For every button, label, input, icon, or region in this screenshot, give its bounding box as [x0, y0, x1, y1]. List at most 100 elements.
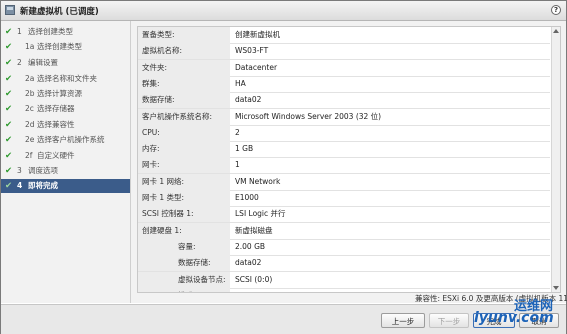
- summary-value: data02: [235, 95, 262, 105]
- summary-row: 虚拟设备节点: SCSI (0:0): [138, 271, 550, 289]
- wizard-step-2e[interactable]: ✔ 2e 选择客户机操作系统: [1, 133, 130, 147]
- wizard-step-2f[interactable]: ✔ 2f 自定义硬件: [1, 149, 130, 163]
- check-icon: ✔: [5, 104, 13, 114]
- summary-value: 1: [235, 160, 240, 170]
- wizard-step-label: 调度选项: [28, 166, 58, 175]
- summary-value: 2.00 GB: [235, 241, 266, 251]
- summary-key: 文件夹:: [142, 62, 168, 72]
- summary-row: 数据存储: data02: [138, 255, 550, 273]
- check-icon: ✔: [5, 151, 13, 161]
- scroll-down-arrow-icon[interactable]: [553, 286, 559, 290]
- new-vm-wizard-window: 新建虚拟机 (已调度) ? ✔ 1 选择创建类型 ✔ 1a 选择创建类型 ✔ 2 编辑设置 ✔ 2a…: [0, 0, 567, 334]
- check-icon: ✔: [5, 27, 13, 37]
- wizard-step-number: 2b: [25, 89, 35, 98]
- next-button[interactable]: 下一步: [429, 313, 469, 328]
- wizard-step-2[interactable]: ✔ 2 编辑设置: [1, 56, 130, 70]
- summary-scrollbar[interactable]: [551, 27, 560, 292]
- summary-table: 置备类型: 创建新虚拟机虚拟机名称: WS03-FT 文件夹: Datacenter 群集…: [137, 26, 561, 293]
- scroll-up-arrow-icon[interactable]: [553, 29, 559, 33]
- summary-row: 虚拟机名称: WS03-FT: [138, 43, 550, 61]
- summary-row: 网卡: 1: [138, 157, 550, 175]
- summary-value: HA: [235, 78, 246, 88]
- check-icon: ✔: [5, 42, 13, 52]
- wizard-step-number: 1: [17, 27, 22, 36]
- wizard-step-3[interactable]: ✔ 3 调度选项: [1, 164, 130, 178]
- summary-value: Microsoft Windows Server 2003 (32 位): [235, 111, 382, 121]
- summary-row: 网卡 1 类型: E1000: [138, 190, 550, 207]
- summary-row: SCSI 控制器 1: LSI Logic 并行: [138, 206, 550, 224]
- summary-key: 客户机操作系统名称:: [142, 111, 213, 121]
- summary-row: CPU: 2: [138, 124, 550, 142]
- summary-value: data02: [235, 258, 262, 268]
- summary-key: 虚拟机名称:: [142, 46, 183, 56]
- wizard-steps-sidebar: ✔ 1 选择创建类型 ✔ 1a 选择创建类型 ✔ 2 编辑设置 ✔ 2a 选择名称和文件夹 ✔ 2b 选择计…: [1, 21, 131, 303]
- wizard-step-label: 自定义硬件: [37, 151, 75, 160]
- summary-row: 创建硬盘 1: 新虚拟磁盘: [138, 222, 550, 240]
- help-icon[interactable]: ?: [551, 5, 561, 15]
- summary-value: 从属: [235, 288, 250, 292]
- summary-key: 数据存储:: [142, 95, 175, 105]
- summary-key: 置备类型:: [142, 30, 175, 39]
- wizard-step-2c[interactable]: ✔ 2c 选择存储器: [1, 102, 130, 116]
- summary-key: 网卡 1 网络:: [142, 176, 185, 186]
- wizard-step-label: 选择创建类型: [28, 27, 73, 36]
- summary-row: 置备类型: 创建新虚拟机: [138, 27, 550, 44]
- check-icon: ✔: [5, 135, 13, 145]
- summary-row: 网卡 1 网络: VM Network: [138, 173, 550, 191]
- ready-to-complete-panel: 置备类型: 创建新虚拟机虚拟机名称: WS03-FT 文件夹: Datacenter 群集…: [131, 21, 567, 303]
- summary-value: 创建新虚拟机: [235, 30, 280, 39]
- summary-row: 数据存储: data02: [138, 92, 550, 110]
- check-icon: ✔: [5, 120, 13, 130]
- wizard-step-number: 1a: [25, 42, 35, 51]
- wizard-step-number: 2c: [25, 104, 34, 113]
- summary-value: 1 GB: [235, 144, 254, 154]
- check-icon: ✔: [5, 166, 13, 176]
- wizard-step-2d[interactable]: ✔ 2d 选择兼容性: [1, 118, 130, 132]
- summary-key: 群集:: [142, 78, 160, 88]
- wizard-step-label: 即将完成: [28, 181, 58, 190]
- check-icon: ✔: [5, 74, 13, 84]
- title-bar: 新建虚拟机 (已调度) ?: [1, 1, 566, 21]
- wizard-step-number: 3: [17, 166, 22, 175]
- wizard-step-label: 编辑设置: [28, 58, 58, 67]
- summary-row: 文件夹: Datacenter: [138, 59, 550, 77]
- summary-value: E1000: [235, 193, 259, 202]
- watermark: 运维网 iyunv.com: [466, 295, 558, 331]
- summary-value: WS03-FT: [235, 46, 269, 56]
- wizard-step-number: 2f: [25, 151, 33, 160]
- summary-key: 网卡 1 类型:: [142, 193, 185, 202]
- wizard-step-number: 4: [17, 181, 23, 190]
- wizard-step-number: 2e: [25, 135, 35, 144]
- wizard-step-1[interactable]: ✔ 1 选择创建类型: [1, 25, 130, 39]
- window-title: 新建虚拟机 (已调度): [20, 7, 99, 17]
- summary-value: 2: [235, 127, 240, 137]
- wizard-step-1a[interactable]: ✔ 1a 选择创建类型: [1, 40, 130, 54]
- summary-row: 容量: 2.00 GB: [138, 238, 550, 256]
- summary-row: 客户机操作系统名称: Microsoft Windows Server 2003 …: [138, 108, 550, 126]
- summary-key: 网卡:: [142, 160, 160, 170]
- summary-value: Datacenter: [235, 62, 278, 72]
- summary-key: SCSI 控制器 1:: [142, 209, 194, 219]
- summary-key: 模式:: [178, 288, 268, 292]
- summary-row: 内存: 1 GB: [138, 141, 550, 159]
- wizard-step-2b[interactable]: ✔ 2b 选择计算资源: [1, 87, 130, 101]
- summary-value: SCSI (0:0): [235, 274, 273, 284]
- wizard-step-label: 选择兼容性: [37, 120, 75, 129]
- summary-key: 创建硬盘 1:: [142, 225, 182, 235]
- summary-row: 群集: HA: [138, 75, 550, 93]
- wizard-step-label: 选择客户机操作系统: [37, 135, 105, 144]
- summary-key: 内存:: [142, 144, 160, 154]
- wizard-step-2a[interactable]: ✔ 2a 选择名称和文件夹: [1, 72, 130, 86]
- watermark-url: iyunv.com: [474, 310, 554, 326]
- wizard-step-4[interactable]: ✔ 4 即将完成: [1, 179, 130, 193]
- check-icon: ✔: [5, 89, 13, 99]
- wizard-step-label: 选择计算资源: [37, 89, 82, 98]
- wizard-step-label: 选择存储器: [37, 104, 75, 113]
- wizard-step-label: 选择名称和文件夹: [37, 74, 97, 83]
- check-icon: ✔: [5, 181, 13, 191]
- check-icon: ✔: [5, 58, 13, 68]
- wizard-step-number: 2: [17, 58, 22, 67]
- summary-value: LSI Logic 并行: [235, 209, 286, 219]
- vm-icon: [5, 5, 15, 15]
- back-button[interactable]: 上一步: [381, 313, 425, 328]
